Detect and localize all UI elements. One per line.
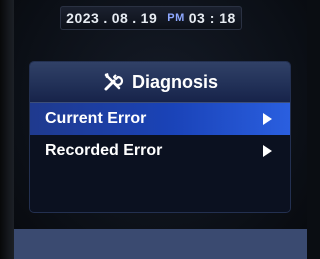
menu-item-label: Recorded Error — [45, 142, 163, 159]
right-triangle-icon — [263, 113, 272, 125]
bottom-info-bar — [14, 229, 307, 259]
date-separator: . — [103, 10, 108, 26]
menu-header: Diagnosis — [30, 62, 290, 103]
ampm-indicator: PM — [167, 12, 185, 24]
date-day: 19 — [140, 10, 158, 26]
device-bezel — [0, 0, 14, 259]
date-separator: . — [132, 10, 137, 26]
clock-time: 03 : 18 — [188, 10, 236, 26]
right-triangle-icon — [263, 145, 272, 157]
diagnosis-menu-panel: Diagnosis Current Error Recorded Error — [30, 62, 290, 212]
tools-icon — [102, 71, 124, 93]
menu-item-recorded-error[interactable]: Recorded Error — [30, 135, 290, 167]
date-month: 08 — [111, 10, 129, 26]
menu-item-current-error[interactable]: Current Error — [30, 103, 290, 135]
date-year: 2023 — [66, 10, 100, 26]
menu-item-label: Current Error — [45, 110, 147, 127]
menu-empty-area — [30, 167, 290, 211]
date-time-display: 2023 . 08 . 19 PM 03 : 18 — [60, 6, 242, 30]
menu-title: Diagnosis — [131, 71, 219, 92]
